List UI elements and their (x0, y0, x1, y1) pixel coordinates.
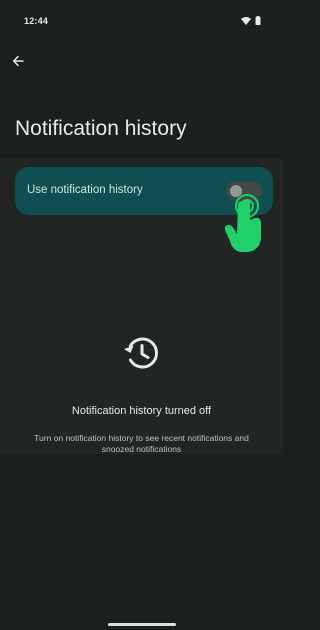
status-time: 12:44 (24, 16, 49, 26)
status-bar: 12:44 (0, 0, 283, 44)
status-icons (241, 16, 261, 25)
tap-hand-icon (224, 194, 261, 252)
empty-state-title: Notification history turned off (71, 405, 212, 417)
history-icon (124, 337, 159, 369)
empty-state-description: Turn on notification history to see rece… (34, 433, 249, 454)
battery-icon (255, 16, 261, 25)
arrow-left-icon (12, 55, 24, 67)
toggle-label: Use notification history (27, 184, 143, 196)
notification-history-screen: 12:44 Notification history Use notificat… (0, 0, 283, 630)
navigation-handle[interactable] (108, 623, 176, 626)
back-button[interactable] (9, 52, 27, 70)
page-title: Notification history (15, 117, 187, 140)
wifi-icon (241, 16, 251, 25)
